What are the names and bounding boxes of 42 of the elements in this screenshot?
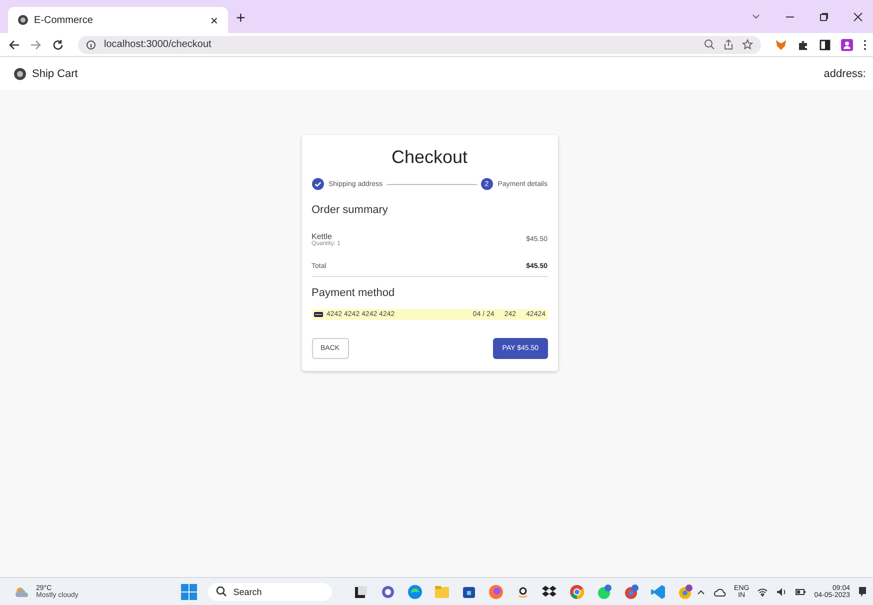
start-icon[interactable] [181,584,198,600]
star-icon[interactable] [742,39,753,50]
restore-icon[interactable] [819,12,829,22]
logo-icon [14,68,26,80]
tab-title: E-Commerce [34,14,94,26]
new-tab-button[interactable]: + [236,10,246,28]
url-text: localhost:3000/checkout [104,39,212,50]
taskbar-search[interactable]: Search [208,582,332,600]
address-label: address: [824,68,866,80]
reload-icon[interactable] [52,38,64,50]
section-heading: Order summary [312,204,389,216]
close-icon[interactable] [853,12,863,22]
share-icon[interactable] [723,39,734,50]
side-panel-icon[interactable] [819,38,831,50]
notification-icon[interactable] [858,586,868,598]
search-icon [216,586,228,597]
item-name: Kettle [312,232,332,241]
vscode-icon[interactable] [650,584,666,600]
info-icon [86,40,96,50]
battery-icon[interactable] [795,586,806,596]
speaker-icon[interactable] [776,586,788,596]
zoom-icon[interactable] [704,39,715,50]
site-icon [18,15,28,25]
section-heading: Payment method [312,287,396,299]
profile-icon[interactable] [841,38,853,50]
checkout-title: Checkout [390,147,469,168]
chrome-icon[interactable] [569,584,586,600]
browser-tab[interactable]: E-Commerce × [8,7,228,33]
cloud-icon[interactable] [714,586,726,596]
more-options-icon[interactable] [863,38,867,50]
close-tab-button[interactable]: × [210,12,218,28]
back-arrow-icon[interactable] [8,38,20,50]
app-title: Ship Cart [32,68,78,80]
dropbox-icon[interactable] [542,584,558,600]
wifi-icon[interactable] [757,586,768,596]
address-bar[interactable]: localhost:3000/checkout [78,36,761,54]
forward-arrow-icon[interactable] [30,38,42,50]
puzzle-icon[interactable] [797,38,809,50]
card-brand-icon [314,312,322,317]
fox-extension-icon[interactable] [775,38,787,50]
task-view-icon[interactable] [353,584,370,600]
chevron-down-icon[interactable] [751,12,761,22]
